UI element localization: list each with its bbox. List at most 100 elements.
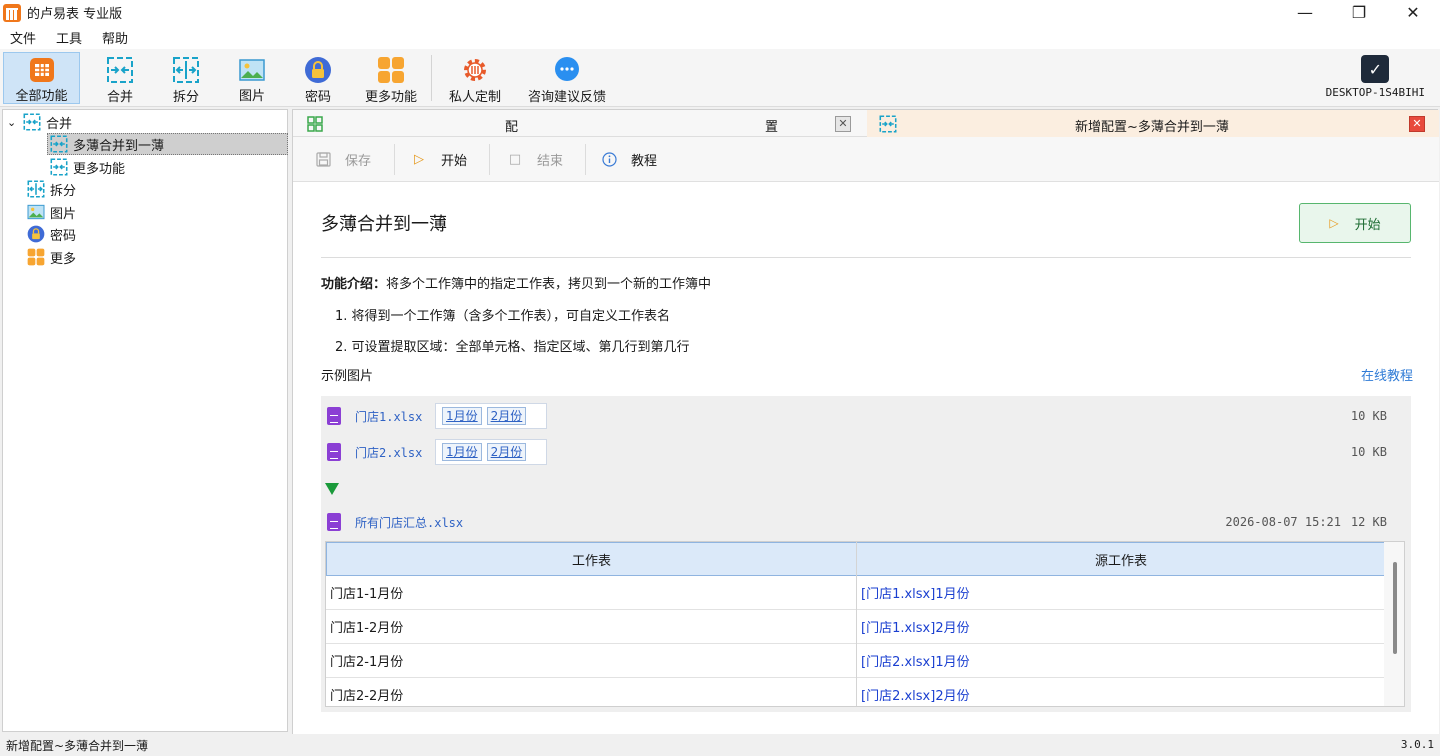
tree-item-split[interactable]: 拆分 bbox=[27, 178, 76, 200]
menu-file[interactable]: 文件 bbox=[0, 28, 46, 47]
toolbar-separator bbox=[431, 55, 432, 101]
toolbar-merge-button[interactable]: 合并 bbox=[92, 52, 148, 105]
tree-item-label: 更多 bbox=[50, 251, 77, 267]
save-button[interactable]: 保存 bbox=[315, 137, 371, 182]
toolbar-label: 合并 bbox=[106, 90, 133, 105]
tab-label: 新增配置~多薄合并到一薄 bbox=[1075, 120, 1229, 135]
arrow-down-icon bbox=[325, 483, 339, 495]
status-bar: 新增配置~多薄合并到一薄 3.0.1 bbox=[0, 734, 1440, 756]
save-icon bbox=[315, 152, 331, 168]
split-icon bbox=[172, 56, 200, 84]
file-size: 10 KB bbox=[1350, 409, 1387, 423]
file-row: 门店1.xlsx 1月份 2月份 10 KB bbox=[321, 403, 1411, 429]
more-apps-icon bbox=[377, 56, 405, 84]
tree-item-label: 合并 bbox=[46, 116, 73, 132]
stop-button[interactable]: □ 结束 bbox=[507, 137, 563, 182]
file-name: 门店1.xlsx bbox=[355, 410, 423, 424]
table-header: 工作表 bbox=[326, 542, 857, 576]
intro-body: 将多个工作簿中的指定工作表，拷贝到一个新的工作簿中 bbox=[386, 277, 712, 292]
tree-item-label: 密码 bbox=[50, 228, 77, 244]
file-name: 所有门店汇总.xlsx bbox=[355, 516, 464, 530]
feature-point: 1. 将得到一个工作簿（含多个工作表），可自定义工作表名 bbox=[335, 309, 671, 324]
more-apps-icon bbox=[27, 248, 45, 266]
tutorial-button[interactable]: 教程 bbox=[601, 137, 657, 182]
stop-label: 结束 bbox=[537, 154, 564, 169]
toolbar-feedback-button[interactable]: 咨询建议反馈 bbox=[522, 52, 612, 105]
desktop-name: DESKTOP-1S4BIHI bbox=[1325, 86, 1425, 99]
lock-icon bbox=[304, 56, 332, 84]
sheet-tabs: 1月份 2月份 bbox=[435, 403, 547, 429]
merge-icon bbox=[50, 135, 68, 153]
toolbar-label: 咨询建议反馈 bbox=[527, 90, 606, 105]
toolbar-image-button[interactable]: 图片 bbox=[224, 52, 280, 104]
window-title: 的卢易表 专业版 bbox=[27, 7, 123, 22]
merge-icon bbox=[50, 158, 68, 176]
save-label: 保存 bbox=[345, 154, 372, 169]
split-icon bbox=[27, 180, 45, 198]
sheet-tag: 2月份 bbox=[486, 407, 527, 425]
start-button[interactable]: ▷ 开始 bbox=[411, 137, 467, 182]
merge-icon bbox=[106, 56, 134, 84]
stop-icon: □ bbox=[508, 152, 522, 167]
table-cell: 门店2-1月份 bbox=[326, 644, 856, 678]
tree-item-merge[interactable]: ⌄ 合并 bbox=[7, 111, 72, 133]
maximize-button[interactable]: ❐ bbox=[1332, 0, 1386, 25]
tree-item-image[interactable]: 图片 bbox=[27, 201, 76, 223]
title-bar: 的卢易表 专业版 — ❐ ✕ bbox=[0, 0, 1440, 25]
action-separator bbox=[585, 144, 586, 175]
toolbar-custom-button[interactable]: 私人定制 bbox=[444, 52, 506, 105]
tree-item-label: 拆分 bbox=[50, 183, 77, 199]
toolbar-label: 更多功能 bbox=[364, 90, 417, 105]
close-button[interactable]: ✕ bbox=[1386, 0, 1440, 25]
tab-close-button[interactable]: ✕ bbox=[1409, 116, 1425, 132]
tree-item-multi-book-merge[interactable]: 多薄合并到一薄 bbox=[47, 133, 288, 155]
excel-file-icon bbox=[327, 407, 341, 425]
sheet-tag: 2月份 bbox=[486, 443, 527, 461]
tab-label: 配 置 bbox=[505, 120, 778, 135]
desktop-badge[interactable]: ✓ DESKTOP-1S4BIHI bbox=[1326, 55, 1425, 99]
content-area: 多薄合并到一薄 ▷ 开始 功能介绍：将多个工作簿中的指定工作表，拷贝到一个新的工… bbox=[293, 182, 1439, 735]
info-icon bbox=[601, 152, 617, 168]
main-toolbar: 全部功能 合并 拆分 图片 密码 更多功能 私人定制 咨询建议反馈 ✓ DESK… bbox=[0, 49, 1440, 107]
sheet-tabs: 1月份 2月份 bbox=[435, 439, 547, 465]
chevron-down-icon[interactable]: ⌄ bbox=[7, 116, 23, 129]
play-icon: ▷ bbox=[1329, 216, 1339, 230]
result-table: 工作表 源工作表 门店1-1月份 [门店1.xlsx]1月份 门店1-2月份 [… bbox=[325, 541, 1405, 707]
tree-item-merge-more[interactable]: 更多功能 bbox=[50, 156, 125, 178]
example-label: 示例图片 bbox=[321, 369, 374, 384]
toolbar-label: 全部功能 bbox=[15, 89, 68, 104]
table-scrollbar[interactable] bbox=[1384, 542, 1404, 706]
tab-config[interactable]: 配 置 ✕ bbox=[293, 110, 865, 137]
divider bbox=[321, 257, 1411, 258]
file-row: 门店2.xlsx 1月份 2月份 10 KB bbox=[321, 439, 1411, 465]
tab-new-config[interactable]: 新增配置~多薄合并到一薄 ✕ bbox=[867, 110, 1439, 137]
file-date: 2026-08-07 15:21 bbox=[1225, 515, 1341, 529]
chat-icon bbox=[553, 56, 581, 84]
tree-item-more[interactable]: 更多 bbox=[27, 246, 76, 268]
toolbar-password-button[interactable]: 密码 bbox=[290, 52, 346, 105]
action-separator bbox=[394, 144, 395, 175]
example-image: 门店1.xlsx 1月份 2月份 10 KB 门店2.xlsx 1月份 2月份 … bbox=[321, 396, 1411, 712]
play-icon: ▷ bbox=[414, 152, 424, 167]
toolbar-all-functions-button[interactable]: 全部功能 bbox=[3, 52, 80, 104]
start-main-label: 开始 bbox=[1354, 217, 1381, 233]
tree-item-label: 更多功能 bbox=[73, 161, 126, 177]
scrollbar-thumb[interactable] bbox=[1393, 562, 1397, 654]
action-bar: 保存 ▷ 开始 □ 结束 教程 bbox=[293, 137, 1439, 182]
start-main-button[interactable]: ▷ 开始 bbox=[1299, 203, 1411, 243]
table-cell: 门店1-1月份 bbox=[326, 576, 856, 610]
minimize-button[interactable]: — bbox=[1278, 0, 1332, 25]
menu-tools[interactable]: 工具 bbox=[46, 28, 92, 47]
online-tutorial-link[interactable]: 在线教程 bbox=[1361, 365, 1413, 384]
menu-help[interactable]: 帮助 bbox=[92, 28, 138, 47]
toolbar-more-functions-button[interactable]: 更多功能 bbox=[358, 52, 424, 105]
apps-grid-icon bbox=[307, 115, 323, 132]
table-header: 源工作表 bbox=[856, 542, 1386, 576]
toolbar-split-button[interactable]: 拆分 bbox=[158, 52, 214, 105]
config-panel: 配 置 ✕ 新增配置~多薄合并到一薄 ✕ 保存 ▷ 开始 □ 结束 教程 多薄合… bbox=[292, 109, 1439, 735]
status-text: 新增配置~多薄合并到一薄 bbox=[6, 739, 149, 753]
tab-close-button[interactable]: ✕ bbox=[835, 116, 851, 132]
table-cell: 门店1-2月份 bbox=[326, 610, 856, 644]
table-cell: [门店1.xlsx]1月份 bbox=[857, 576, 1386, 610]
tree-item-password[interactable]: 密码 bbox=[27, 223, 76, 245]
